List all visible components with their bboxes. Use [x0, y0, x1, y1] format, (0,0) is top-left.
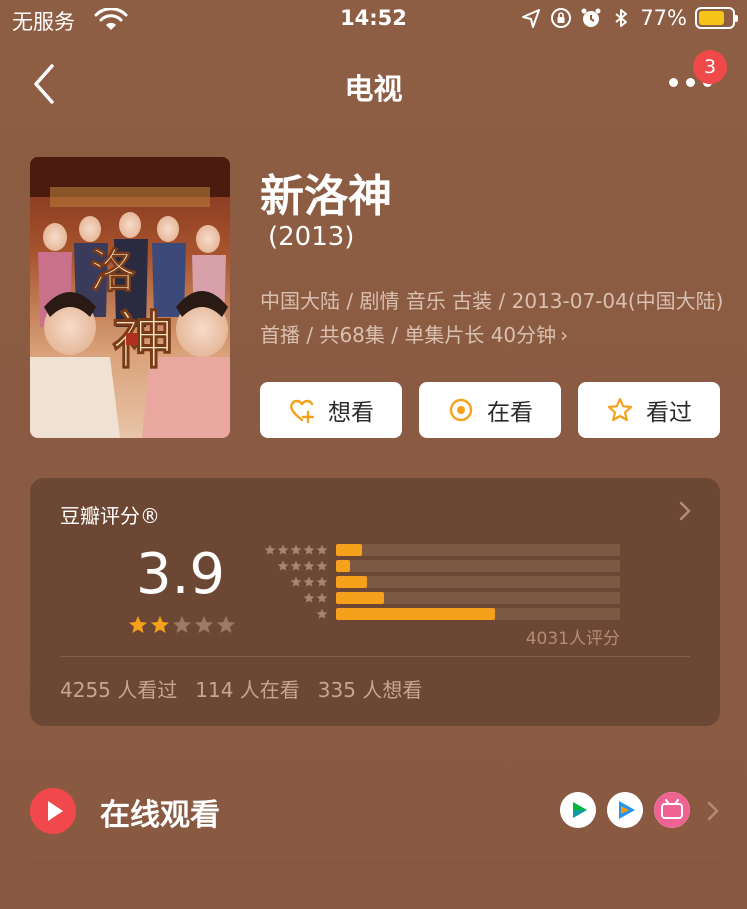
battery-icon — [695, 7, 738, 29]
star-small-icon — [316, 608, 328, 619]
rating-bar-row — [256, 544, 620, 556]
star-small-icon — [290, 576, 302, 587]
divider — [30, 862, 720, 863]
star-empty-icon — [195, 616, 213, 633]
want-to-watch-label: 想看 — [328, 400, 374, 426]
want-to-watch-button[interactable]: 想看 — [260, 382, 402, 438]
notification-badge: 3 — [693, 50, 727, 84]
location-icon — [522, 9, 541, 28]
movie-year: (2013) — [268, 222, 355, 252]
online-watch-row[interactable]: 在线观看 — [30, 780, 720, 844]
rating-card[interactable]: 豆瓣评分® 3.9 4031人评分 4255 人看过 114 人在看 335 人… — [30, 478, 720, 726]
rating-bar-fill — [336, 576, 368, 588]
star-empty-icon — [217, 616, 235, 633]
rating-bar-stars — [256, 544, 328, 556]
star-small-icon — [290, 544, 302, 555]
iqiyi-icon[interactable] — [560, 792, 596, 828]
star-small-icon — [290, 560, 302, 571]
rating-bar-fill — [336, 592, 385, 604]
rating-bar-fill — [336, 544, 362, 556]
page-title: 电视 — [344, 72, 403, 106]
watching-count: 114 人在看 — [195, 678, 300, 702]
bluetooth-icon — [615, 9, 628, 27]
movie-title: 新洛神 — [260, 171, 392, 222]
rating-bar-stars — [256, 592, 328, 604]
rating-count: 4031人评分 — [525, 629, 620, 649]
star-small-icon — [303, 544, 315, 555]
rating-bar-stars — [256, 608, 328, 620]
rating-bar-track — [336, 544, 620, 556]
heart-plus-icon — [290, 399, 315, 424]
star-small-icon — [277, 560, 289, 571]
star-outline-icon — [607, 397, 633, 422]
rating-score: 3.9 — [136, 542, 226, 607]
divider — [60, 656, 690, 657]
rating-bar-fill — [336, 560, 351, 572]
nav-bar: 电视 — [0, 52, 747, 116]
online-watch-label: 在线观看 — [100, 798, 220, 833]
movie-meta-text: 中国大陆 / 剧情 音乐 古装 / 2013-07-04(中国大陆) 首播 / … — [260, 289, 724, 347]
svg-text:神: 神 — [112, 304, 174, 377]
watched-button[interactable]: 看过 — [578, 382, 720, 438]
status-indicators: 77% — [520, 6, 738, 30]
rating-bar-row — [256, 592, 620, 604]
app-screen: 无服务 14:52 77% 电视 3 洛 神 新洛神 (2013) 中国大陆 /… — [0, 0, 747, 909]
play-icon — [30, 788, 76, 834]
status-bar: 无服务 14:52 77% — [0, 0, 747, 42]
star-small-icon — [316, 544, 328, 555]
target-icon — [449, 398, 473, 422]
want-count: 335 人想看 — [317, 678, 423, 702]
chevron-right-icon: › — [560, 323, 569, 347]
rating-bar-stars — [256, 576, 328, 588]
bilibili-icon[interactable] — [654, 792, 690, 828]
rating-stats: 4255 人看过 114 人在看 335 人想看 — [60, 674, 422, 703]
star-empty-icon — [173, 616, 191, 633]
rating-title: 豆瓣评分® — [60, 504, 160, 528]
svg-text:洛: 洛 — [90, 244, 137, 298]
star-small-icon — [303, 560, 315, 571]
chevron-right-icon — [707, 801, 719, 821]
rating-bar-row — [256, 576, 620, 588]
rating-bar-fill — [336, 608, 496, 620]
movie-meta[interactable]: 中国大陆 / 剧情 音乐 古装 / 2013-07-04(中国大陆) 首播 / … — [260, 284, 730, 352]
star-small-icon — [303, 592, 315, 603]
star-small-icon — [316, 560, 328, 571]
rating-bar-row — [256, 560, 620, 572]
rating-bar-track — [336, 576, 620, 588]
star-filled-icon — [151, 616, 169, 633]
watching-button[interactable]: 在看 — [419, 382, 561, 438]
star-small-icon — [277, 544, 289, 555]
star-small-icon — [316, 576, 328, 587]
star-small-icon — [316, 592, 328, 603]
rating-bar-track — [336, 592, 620, 604]
orientation-lock-icon — [551, 8, 572, 28]
star-small-icon — [264, 544, 276, 555]
tencent-video-icon[interactable] — [607, 792, 643, 828]
rating-bar-row — [256, 608, 620, 620]
star-small-icon — [303, 576, 315, 587]
poster-image[interactable]: 洛 神 — [30, 157, 230, 438]
watched-count: 4255 人看过 — [60, 678, 178, 702]
alarm-icon — [581, 8, 601, 27]
battery-percent: 77% — [640, 6, 687, 30]
rating-bar-track — [336, 608, 620, 620]
watched-label: 看过 — [646, 400, 692, 426]
watching-label: 在看 — [487, 400, 533, 426]
rating-bar-stars — [256, 560, 328, 572]
rating-stars — [128, 615, 236, 635]
star-filled-icon — [129, 616, 147, 633]
rating-bar-track — [336, 560, 620, 572]
chevron-right-icon — [679, 501, 691, 521]
